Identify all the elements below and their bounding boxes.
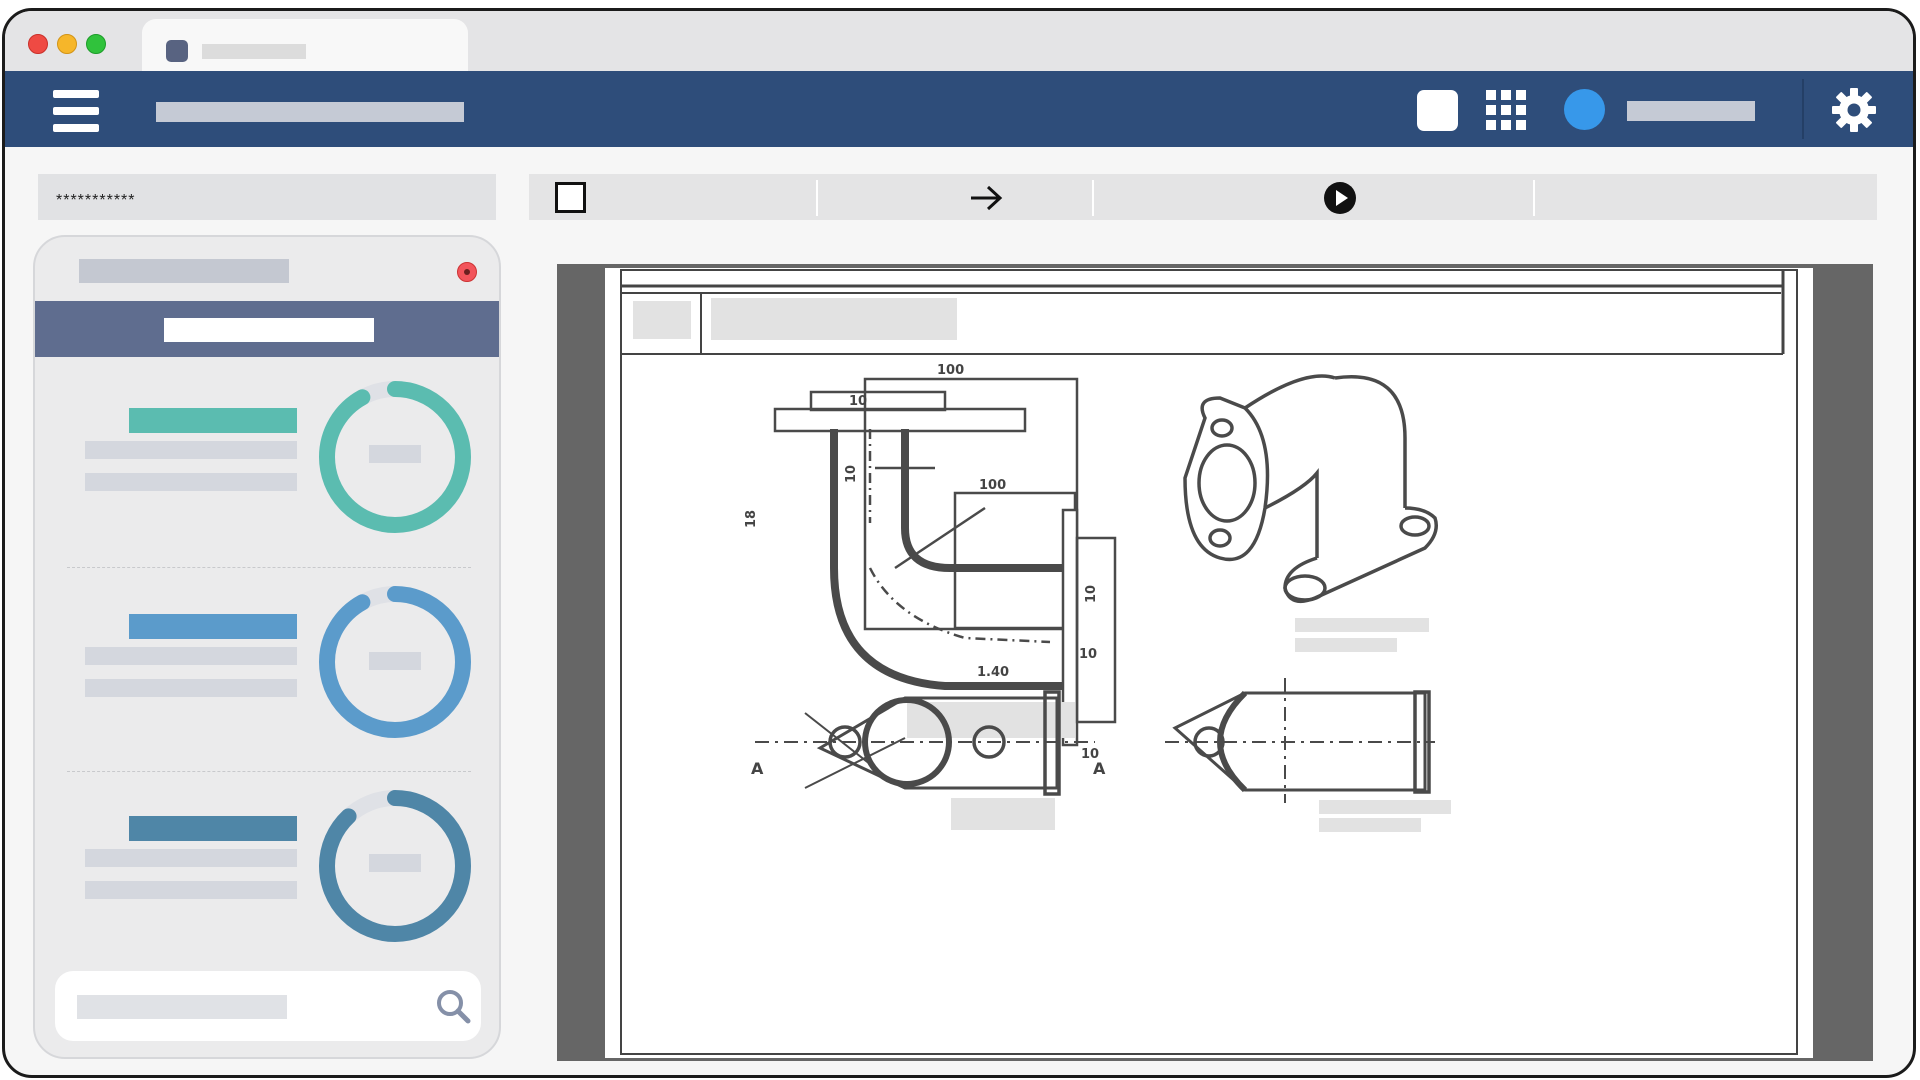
dim-label: 100 (979, 478, 1006, 493)
iso-caption-line-1 (1295, 618, 1429, 632)
metric-2-label (129, 614, 297, 639)
password-field[interactable]: *********** (38, 174, 496, 220)
metric-2-ring (319, 586, 471, 738)
toolbar-separator-2 (1092, 180, 1094, 216)
side-caption-line-1 (1319, 800, 1451, 814)
section-marker-a: A (1093, 759, 1106, 778)
plan-view-drawing (755, 690, 1095, 796)
metric-3-line-1 (85, 849, 297, 867)
close-window-button[interactable] (28, 34, 48, 54)
metric-3-ring (319, 790, 471, 942)
app-title-placeholder (156, 102, 464, 122)
minimize-window-button[interactable] (57, 34, 77, 54)
metric-1-ring (319, 381, 471, 533)
side-view-drawing (1165, 678, 1435, 803)
document-icon (166, 40, 188, 62)
drawing-sheet: 100 10 10 18 100 10 1.40 10 10 A A (605, 268, 1813, 1058)
dim-label: 10 (1079, 647, 1097, 662)
search-icon[interactable] (435, 988, 471, 1024)
viewer-toolbar (529, 174, 1877, 220)
password-field-value: *********** (56, 192, 136, 209)
dim-label: 100 (937, 363, 964, 378)
metric-1-line-1 (85, 441, 297, 459)
play-circle-icon[interactable] (1323, 181, 1357, 215)
gear-icon[interactable] (1831, 87, 1877, 133)
browser-window: *********** 100 10 10 18 100 10 1.40 10 … (2, 8, 1916, 1078)
isometric-view-drawing (1183, 374, 1438, 604)
checkbox-icon[interactable] (555, 182, 586, 213)
hamburger-menu-icon[interactable] (53, 90, 99, 132)
apps-grid-icon[interactable] (1486, 90, 1526, 130)
dim-label: 18 (744, 510, 759, 528)
metric-1-line-2 (85, 473, 297, 491)
header-divider (1802, 79, 1804, 139)
title-block-cell-2 (711, 298, 957, 340)
avatar[interactable] (1564, 89, 1605, 130)
section-marker-a: A (751, 759, 764, 778)
metric-2-value-placeholder (369, 652, 421, 670)
user-name-placeholder (1627, 101, 1755, 121)
technical-drawing: 100 10 10 18 100 10 1.40 10 10 A A (620, 269, 1798, 1055)
section-view-drawing (773, 377, 1117, 747)
drawing-frame (620, 269, 1798, 1055)
dim-label: 10 (849, 394, 867, 409)
metric-2-line-1 (85, 647, 297, 665)
app-header (5, 71, 1913, 147)
metric-separator-2 (67, 771, 471, 772)
panel-close-icon[interactable] (457, 262, 477, 282)
panel-search-input[interactable] (55, 971, 481, 1041)
drawing-viewer: 100 10 10 18 100 10 1.40 10 10 A A (557, 264, 1873, 1061)
panel-banner-button[interactable] (164, 318, 374, 342)
metric-card-2 (35, 582, 499, 742)
tab-title-placeholder (202, 44, 306, 59)
window-toggle-button[interactable] (1417, 90, 1458, 131)
dim-label: 10 (844, 465, 859, 483)
panel-search-placeholder (77, 995, 287, 1019)
metric-3-label (129, 816, 297, 841)
plan-caption-placeholder (951, 798, 1055, 830)
panel-title-placeholder (79, 259, 289, 283)
dim-label: 1.40 (977, 665, 1009, 680)
side-caption-line-2 (1319, 818, 1421, 832)
stats-panel (33, 235, 501, 1059)
arrow-right-icon[interactable] (969, 183, 1003, 213)
metric-card-3 (35, 786, 499, 946)
metric-1-value-placeholder (369, 445, 421, 463)
browser-tab[interactable] (142, 19, 468, 71)
metric-1-label (129, 408, 297, 433)
maximize-window-button[interactable] (86, 34, 106, 54)
title-bar (5, 11, 1913, 71)
panel-banner (35, 301, 499, 357)
metric-separator-1 (67, 567, 471, 568)
title-block-cell-1 (633, 301, 691, 339)
iso-caption-line-2 (1295, 638, 1397, 652)
metric-2-line-2 (85, 679, 297, 697)
metric-3-value-placeholder (369, 854, 421, 872)
dim-label: 10 (1084, 585, 1099, 603)
toolbar-separator-1 (816, 180, 818, 216)
toolbar-separator-3 (1533, 180, 1535, 216)
metric-card-1 (35, 377, 499, 537)
metric-3-line-2 (85, 881, 297, 899)
